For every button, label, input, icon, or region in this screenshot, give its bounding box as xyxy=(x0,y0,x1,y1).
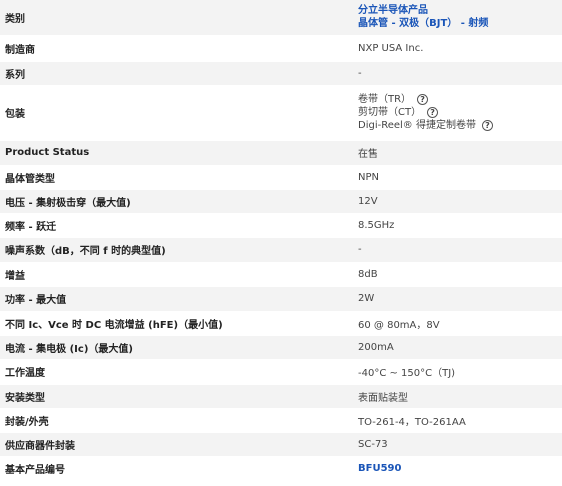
row-label: 基本产品编号 xyxy=(0,456,353,481)
table-row: 封装/外壳 TO-261-4，TO-261AA xyxy=(0,408,562,433)
table-row: 工作温度 -40°C ~ 150°C（TJ) xyxy=(0,359,562,385)
row-label: 系列 xyxy=(0,61,353,86)
table-row: 功率 - 最大值 2W xyxy=(0,286,562,312)
help-circle-icon[interactable]: ? xyxy=(427,106,439,118)
row-value: SC-73 xyxy=(353,432,562,457)
packaging-option-label: 剪切带（CT） xyxy=(358,107,422,118)
spec-table: 类别 分立半导体产品 晶体管 - 双极（BJT） - 射频 制造商 NXP US… xyxy=(0,0,562,481)
help-circle-icon[interactable]: ? xyxy=(417,93,429,105)
subcategory-link[interactable]: 晶体管 - 双极（BJT） - 射频 xyxy=(358,17,562,30)
row-label: 增益 xyxy=(0,262,353,287)
row-value: 分立半导体产品 晶体管 - 双极（BJT） - 射频 xyxy=(353,0,562,36)
table-row: 电压 - 集射极击穿（最大值) 12V xyxy=(0,189,562,214)
row-value: TO-261-4，TO-261AA xyxy=(353,408,562,433)
row-value: NXP USA Inc. xyxy=(353,35,562,62)
base-product-number-link[interactable]: BFU590 xyxy=(358,463,401,474)
row-label: 噪声系数（dB，不同 f 时的典型值) xyxy=(0,237,353,263)
packaging-option: 剪切带（CT）? xyxy=(358,106,562,119)
table-row: 增益 8dB xyxy=(0,262,562,287)
row-label: 不同 Ic、Vce 时 DC 电流增益 (hFE)（最小值) xyxy=(0,311,353,336)
row-label: 频率 - 跃迁 xyxy=(0,213,353,238)
table-row: Product Status 在售 xyxy=(0,140,562,166)
row-label: 电流 - 集电极 (Ic)（最大值) xyxy=(0,335,353,360)
row-label: 制造商 xyxy=(0,35,353,62)
row-label: 供应商器件封装 xyxy=(0,432,353,457)
row-value: NPN xyxy=(353,165,562,190)
table-row: 不同 Ic、Vce 时 DC 电流增益 (hFE)（最小值) 60 @ 80mA… xyxy=(0,311,562,336)
row-label: 功率 - 最大值 xyxy=(0,286,353,312)
category-link[interactable]: 分立半导体产品 xyxy=(358,4,562,17)
row-value: 8dB xyxy=(353,262,562,287)
row-label: 晶体管类型 xyxy=(0,165,353,190)
table-row: 供应商器件封装 SC-73 xyxy=(0,432,562,457)
packaging-option: 卷带（TR）? xyxy=(358,93,562,106)
table-row: 电流 - 集电极 (Ic)（最大值) 200mA xyxy=(0,335,562,360)
table-row: 系列 - xyxy=(0,61,562,86)
row-label: 安装类型 xyxy=(0,384,353,409)
row-label: 电压 - 集射极击穿（最大值) xyxy=(0,189,353,214)
row-label: 封装/外壳 xyxy=(0,408,353,433)
table-row: 类别 分立半导体产品 晶体管 - 双极（BJT） - 射频 xyxy=(0,0,562,36)
row-value: 200mA xyxy=(353,335,562,360)
help-circle-icon[interactable]: ? xyxy=(481,119,493,131)
row-value: 8.5GHz xyxy=(353,213,562,238)
row-label: 工作温度 xyxy=(0,359,353,385)
row-value: BFU590 xyxy=(353,456,562,481)
table-row: 频率 - 跃迁 8.5GHz xyxy=(0,213,562,238)
row-value: - xyxy=(353,61,562,86)
table-row: 安装类型 表面贴装型 xyxy=(0,384,562,409)
table-row: 基本产品编号 BFU590 xyxy=(0,456,562,481)
row-label: 包装 xyxy=(0,85,353,141)
table-row: 晶体管类型 NPN xyxy=(0,165,562,190)
row-value: 在售 xyxy=(353,140,562,166)
row-value: 表面贴装型 xyxy=(353,384,562,409)
row-label: Product Status xyxy=(0,140,353,166)
row-value: 60 @ 80mA，8V xyxy=(353,311,562,336)
row-value: 卷带（TR）? 剪切带（CT）? Digi-Reel® 得捷定制卷带? xyxy=(353,85,562,141)
row-value: 2W xyxy=(353,286,562,312)
packaging-option-label: 卷带（TR） xyxy=(358,94,412,105)
row-value: -40°C ~ 150°C（TJ) xyxy=(353,359,562,385)
packaging-option: Digi-Reel® 得捷定制卷带? xyxy=(358,119,562,132)
row-label: 类别 xyxy=(0,0,353,36)
table-row: 制造商 NXP USA Inc. xyxy=(0,35,562,62)
row-value: - xyxy=(353,237,562,263)
packaging-option-label: Digi-Reel® 得捷定制卷带 xyxy=(358,120,476,131)
row-value: 12V xyxy=(353,189,562,214)
table-row: 包装 卷带（TR）? 剪切带（CT）? Digi-Reel® 得捷定制卷带? xyxy=(0,85,562,141)
table-row: 噪声系数（dB，不同 f 时的典型值) - xyxy=(0,237,562,263)
